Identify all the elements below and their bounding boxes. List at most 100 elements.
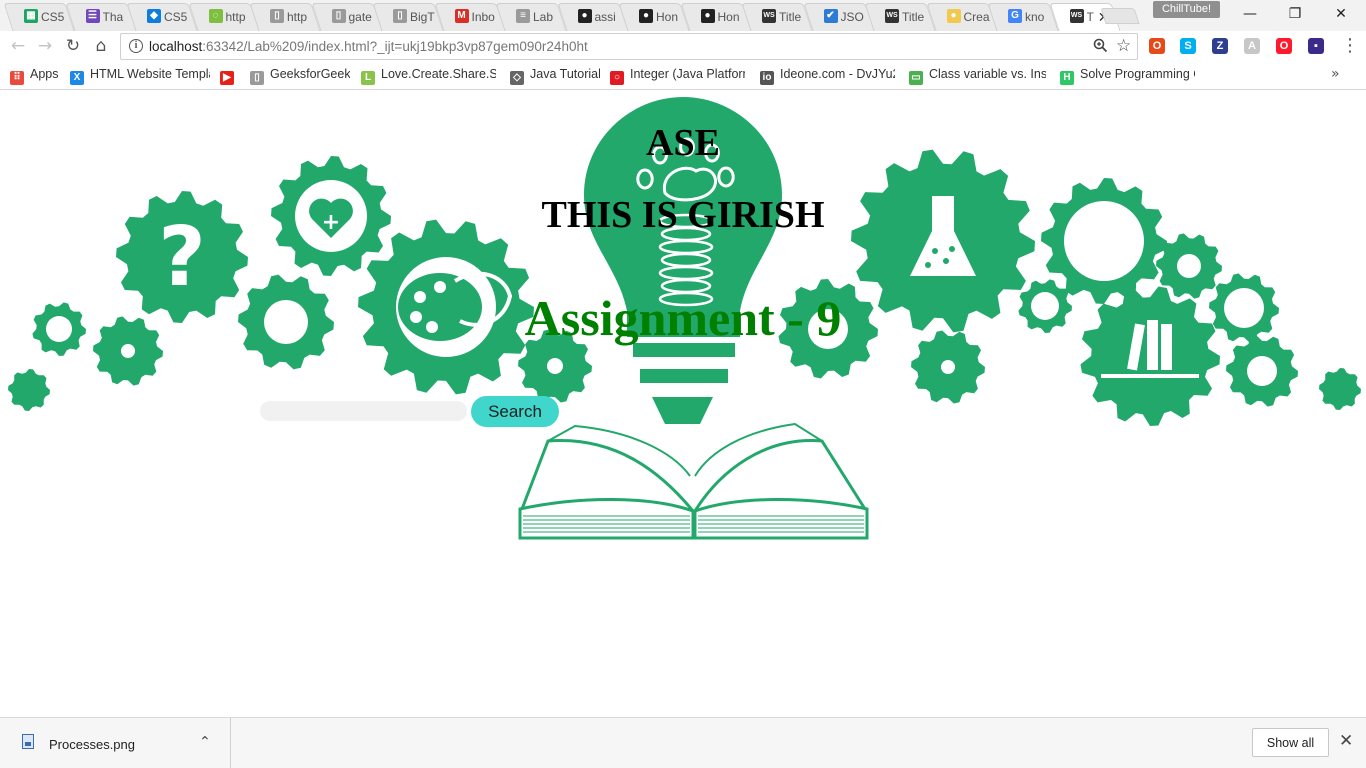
zoom-icon[interactable]	[1093, 38, 1108, 57]
tab-title: JSO	[840, 10, 864, 24]
url-text[interactable]: localhost:63342/Lab%209/index.html?_ijt=…	[149, 39, 588, 54]
l-icon: L	[361, 71, 375, 85]
browser-tab[interactable]: ◌ http	[187, 3, 260, 31]
bookmark-star-icon[interactable]: ☆	[1116, 36, 1131, 56]
chilltube-badge[interactable]: ChillTube!	[1153, 1, 1220, 18]
minimize-button[interactable]: —	[1227, 4, 1273, 26]
tab-title: Hon	[717, 10, 740, 24]
browser-tab[interactable]: ● Crea	[925, 3, 998, 31]
laptop-icon: ▭	[909, 71, 923, 85]
bookmark-label: Ideone.com - DvJYu2	[780, 67, 895, 81]
heading-girish: THIS IS GIRISH	[541, 194, 825, 236]
oracle-icon: ○	[610, 71, 624, 85]
sheets-icon: ▦	[24, 9, 38, 23]
close-window-button[interactable]: ✕	[1318, 4, 1364, 26]
tab-title: Title	[779, 10, 802, 24]
gmail-icon: M	[454, 9, 469, 23]
more-bookmarks-button[interactable]: »	[1331, 66, 1340, 82]
address-bar[interactable]: i localhost:63342/Lab%209/index.html?_ij…	[120, 33, 1138, 60]
browser-tab[interactable]: ≡ Lab	[495, 3, 567, 31]
url-path: :63342/Lab%209/index.html?_ijt=ukj19bkp3…	[202, 39, 588, 54]
bookmark-item[interactable]: ◇ Java Tutorial	[510, 67, 600, 85]
restore-button[interactable]: ❐	[1272, 4, 1318, 26]
tab-title: Lab	[533, 10, 554, 24]
bookmarks-bar: ⠿ Apps X HTML Website Templa ▶ ▯ GeeksforGeeks…	[0, 62, 1366, 90]
tab-title: assi	[594, 10, 616, 24]
tab-title: Tha	[102, 10, 124, 24]
github-icon: ●	[577, 9, 592, 23]
loading-icon: ◌	[208, 9, 223, 23]
bookmark-item[interactable]: ○ Integer (Java Platform	[610, 67, 745, 85]
ideone-icon: io	[760, 71, 774, 85]
tab-title: CS5	[41, 10, 65, 24]
search-input[interactable]	[260, 401, 467, 421]
zotero-icon[interactable]: Z	[1212, 38, 1228, 54]
hackerrank-icon: H	[1060, 71, 1074, 85]
browser-tab[interactable]: WS Title	[864, 3, 936, 31]
pdf-icon[interactable]: A	[1244, 38, 1260, 54]
gear-small-icon	[8, 369, 50, 411]
diamond-icon: ◇	[510, 71, 524, 85]
page-icon: ▯	[270, 9, 284, 23]
bubble-dot	[925, 262, 931, 268]
gear-small-icon	[1319, 368, 1361, 410]
reload-button[interactable]: ↻	[62, 35, 84, 57]
bubble-dot	[943, 258, 949, 264]
close-shelf-button[interactable]: ✕	[1339, 731, 1353, 751]
webstorm-icon: WS	[1069, 9, 1084, 23]
site-info-icon[interactable]: i	[129, 39, 143, 53]
tab-title: kno	[1025, 10, 1045, 24]
browser-tab[interactable]: ● Hon	[679, 3, 752, 31]
new-tab-button[interactable]	[1100, 8, 1140, 24]
home-button[interactable]: ⌂	[90, 35, 112, 57]
search-button[interactable]: Search	[471, 396, 559, 427]
bookmark-label: HTML Website Templa	[90, 67, 210, 81]
download-shelf: Processes.png ⌄ Show all ✕	[0, 717, 1366, 768]
browser-tab[interactable]: M Inbo	[433, 3, 506, 31]
app-icon[interactable]: ▪	[1308, 38, 1324, 54]
bookmark-item[interactable]: ▭ Class variable vs. Insta	[909, 67, 1046, 85]
open-book-icon	[518, 422, 869, 540]
browser-tab[interactable]: ● assi	[556, 3, 629, 31]
forms-icon: ☰	[85, 9, 100, 23]
bookmark-item[interactable]: L Love.Create.Share.Sho	[361, 67, 496, 85]
bookmark-item[interactable]: X HTML Website Templa	[70, 67, 210, 85]
heading-assignment: Assignment - 9	[524, 290, 842, 346]
tab-title: Crea	[963, 10, 990, 24]
bookmark-item[interactable]: ▯ GeeksforGeeks	[250, 67, 350, 85]
url-host: localhost	[149, 39, 203, 54]
back-button[interactable]: ←	[7, 35, 29, 57]
bookmark-label: GeeksforGeeks	[270, 67, 350, 81]
checkbox-icon: ✔	[823, 9, 838, 23]
browser-tab[interactable]: ▦ CS5	[3, 3, 75, 31]
tab-title: Inbo	[471, 10, 495, 24]
tag-icon: ≡	[516, 9, 530, 23]
bookmark-item[interactable]: H Solve Programming C	[1060, 67, 1195, 85]
heading-ase: ASE	[646, 122, 720, 164]
browser-tab[interactable]: Gkno	[987, 3, 1059, 31]
bookmark-item[interactable]: ⠿ Apps	[10, 67, 60, 85]
tab-title: CS5	[164, 10, 188, 24]
bookmark-item[interactable]: io Ideone.com - DvJYu2	[760, 67, 895, 85]
browser-tab[interactable]: ▯ gate	[310, 3, 383, 31]
browser-tab[interactable]: ● Hon	[618, 3, 690, 31]
browser-toolbar: ← → ↻ ⌂ i localhost:63342/Lab%209/index.…	[0, 31, 1366, 62]
browser-tab[interactable]: ◆ CS5	[126, 3, 198, 31]
bookmark-item[interactable]: ▶	[220, 67, 240, 85]
browser-tab[interactable]: ✔ JSO	[802, 3, 875, 31]
forward-button[interactable]: →	[34, 35, 56, 57]
download-item[interactable]: Processes.png ⌄	[0, 718, 231, 768]
skype-icon[interactable]: S	[1180, 38, 1196, 54]
chevron-up-icon[interactable]: ⌄	[199, 732, 211, 748]
browser-tab[interactable]: ▯ http	[249, 3, 321, 31]
browser-tab[interactable]: ☰ Tha	[64, 3, 137, 31]
download-file-name: Processes.png	[49, 737, 135, 752]
github-icon: ●	[639, 9, 653, 23]
github-icon: ●	[700, 9, 715, 23]
browser-tab[interactable]: WS Title	[741, 3, 813, 31]
opera-icon[interactable]: O	[1276, 38, 1292, 54]
chrome-menu-button[interactable]: ⋮	[1341, 36, 1359, 56]
browser-tab[interactable]: ▯ BigT	[372, 3, 444, 31]
office-icon[interactable]: O	[1149, 38, 1165, 54]
show-all-button[interactable]: Show all	[1252, 728, 1329, 757]
